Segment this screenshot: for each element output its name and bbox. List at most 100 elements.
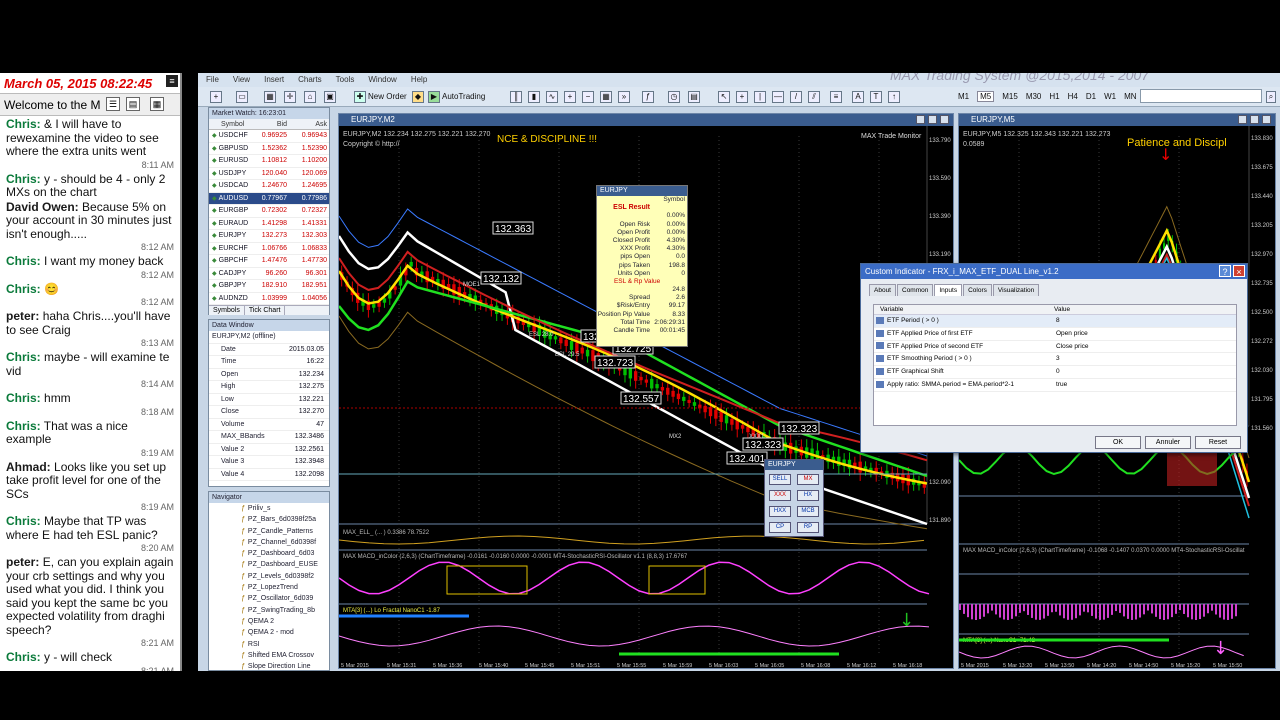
arrows-icon[interactable]: ↑ [888, 90, 902, 104]
input-value[interactable]: Open price [1054, 328, 1088, 340]
templates-icon[interactable]: ▤ [688, 90, 702, 104]
menu-item-charts[interactable]: Charts [298, 75, 322, 84]
experts-icon[interactable]: ◆ [412, 90, 426, 104]
mx-button[interactable]: MX [797, 474, 819, 485]
input-row[interactable]: Apply ratio: SMMA.period = EMA.period*2-… [874, 379, 1236, 392]
timeframe-h4[interactable]: H4 [1068, 92, 1078, 101]
autoscroll-icon[interactable]: » [618, 90, 632, 104]
market-watch-row[interactable]: USDCAD 1.24670 1.24695 [209, 180, 329, 193]
tile-icon[interactable]: ▦ [600, 90, 614, 104]
menu-icon[interactable]: ≡ [166, 75, 178, 87]
periods-icon[interactable]: ◷ [668, 90, 682, 104]
zoom-out-icon[interactable]: − [582, 90, 596, 104]
market-watch-row[interactable]: EURAUD 1.41298 1.41331 [209, 218, 329, 230]
input-value[interactable]: Close price [1054, 341, 1089, 353]
menu-item-help[interactable]: Help [411, 75, 427, 84]
cancel-button[interactable]: Annuler [1145, 436, 1191, 449]
tab-inputs[interactable]: Inputs [934, 284, 963, 296]
minimize-icon[interactable] [1238, 115, 1247, 124]
market-watch-row[interactable]: AUDUSD 0.77967 0.77986 [209, 192, 329, 205]
market-watch-row[interactable]: USDJPY 120.040 120.069 [209, 168, 329, 180]
tab-tick-chart[interactable]: Tick Chart [245, 306, 286, 315]
navigator-item[interactable]: PZ_Levels_6d0398f2 [209, 571, 329, 582]
navigator-icon[interactable]: ⌂ [304, 90, 318, 104]
navigator-item[interactable]: QEMA 2 - mod [209, 627, 329, 638]
crosshair-icon[interactable]: ✛ [284, 90, 298, 104]
format-icon[interactable]: ▤ [126, 97, 140, 111]
market-watch-row[interactable]: GBPUSD 1.52362 1.52390 [209, 143, 329, 155]
hxx-button[interactable]: HXX [769, 506, 791, 517]
menu-item-window[interactable]: Window [368, 75, 396, 84]
new-chart-icon[interactable]: + [210, 90, 224, 104]
timeframe-h1[interactable]: H1 [1049, 92, 1059, 101]
search-input[interactable] [1140, 89, 1262, 103]
input-row[interactable]: ETF Period ( > 0 ) 8 [874, 315, 1236, 328]
navigator-item[interactable]: PZ_Bars_6d0398f25a [209, 514, 329, 525]
navigator-item[interactable]: QEMA 2 [209, 616, 329, 627]
timeframe-m15[interactable]: M15 [1002, 92, 1018, 101]
help-icon[interactable]: ? [1219, 265, 1231, 277]
horizontal-line-icon[interactable]: — [772, 90, 786, 104]
market-watch-row[interactable]: USDCHF 0.96925 0.96943 [209, 130, 329, 143]
timeframe-d1[interactable]: D1 [1086, 92, 1096, 101]
navigator-item[interactable]: PZ_Dashboard_6d03 [209, 548, 329, 559]
tab-common[interactable]: Common [897, 284, 934, 296]
input-value[interactable]: 8 [1054, 315, 1060, 327]
profiles-icon[interactable]: ▭ [236, 90, 250, 104]
close-icon[interactable] [1262, 115, 1271, 124]
tab-visualization[interactable]: Visualization [992, 284, 1040, 296]
close-icon[interactable] [940, 115, 949, 124]
timeframe-m30[interactable]: M30 [1026, 92, 1042, 101]
timeframe-m1[interactable]: M1 [958, 92, 969, 101]
trendline-icon[interactable]: / [790, 90, 804, 104]
market-watch-row[interactable]: GBPCHF 1.47476 1.47730 [209, 255, 329, 268]
tab-colors[interactable]: Colors [963, 284, 992, 296]
market-watch-row[interactable]: CADJPY 96.260 96.301 [209, 268, 329, 280]
market-watch-row[interactable]: EURGBP 0.72302 0.72327 [209, 205, 329, 218]
autotrading-button[interactable]: ▶ AutoTrading [428, 90, 485, 104]
navigator-item[interactable]: Slope Direction Line [209, 661, 329, 670]
input-value[interactable]: 3 [1054, 353, 1060, 365]
channel-icon[interactable]: ⫽ [808, 90, 822, 104]
market-watch-row[interactable]: EURUSD 1.10812 1.10200 [209, 155, 329, 168]
text-icon[interactable]: A [852, 90, 866, 104]
menu-item-file[interactable]: File [206, 75, 219, 84]
search-icon[interactable]: ⌕ [1266, 90, 1278, 104]
market-watch-row[interactable]: EURCHF 1.06766 1.06833 [209, 243, 329, 255]
zoom-in-icon[interactable]: + [564, 90, 578, 104]
mcb-button[interactable]: MCB [797, 506, 819, 517]
market-watch-row[interactable]: AUDNZD 1.03999 1.04056 [209, 293, 329, 305]
timeframe-w1[interactable]: W1 [1104, 92, 1116, 101]
market-watch-row[interactable]: EURJPY 132.273 132.303 [209, 230, 329, 243]
label-icon[interactable]: T [870, 90, 884, 104]
vertical-line-icon[interactable]: | [754, 90, 768, 104]
maximize-icon[interactable] [928, 115, 937, 124]
hx-button[interactable]: HX [797, 490, 819, 501]
input-row[interactable]: ETF Applied Price of first ETF Open price [874, 328, 1236, 341]
new-order-button[interactable]: ✚ New Order [354, 90, 407, 104]
timeframe-mn[interactable]: MN [1124, 92, 1136, 101]
layout-icon[interactable]: ▦ [150, 97, 164, 111]
menu-item-view[interactable]: View [233, 75, 250, 84]
tab-symbols[interactable]: Symbols [209, 306, 245, 315]
bar-chart-icon[interactable]: ║ [510, 90, 524, 104]
rp-button[interactable]: RP [797, 522, 819, 533]
input-row[interactable]: ETF Smoothing Period ( > 0 ) 3 [874, 353, 1236, 367]
line-chart-icon[interactable]: ∿ [546, 90, 560, 104]
navigator-item[interactable]: PZ_LopezTrend [209, 582, 329, 593]
crosshair-tool-icon[interactable]: + [736, 90, 750, 104]
navigator-item[interactable]: RSI [209, 639, 329, 650]
indicators-icon[interactable]: ƒ [642, 90, 656, 104]
market-watch-row[interactable]: GBPJPY 182.910 182.951 [209, 280, 329, 293]
navigator-item[interactable]: PZ_Candle_Patterns [209, 526, 329, 537]
list-icon[interactable]: ☰ [106, 97, 120, 111]
input-row[interactable]: ETF Applied Price of second ETF Close pri… [874, 341, 1236, 354]
candle-chart-icon[interactable]: ▮ [528, 90, 542, 104]
navigator-item[interactable]: PZ_Oscillator_6d039 [209, 593, 329, 604]
input-value[interactable]: true [1054, 379, 1067, 391]
ok-button[interactable]: OK [1095, 436, 1141, 449]
cursor-icon[interactable]: ↖ [718, 90, 732, 104]
sell-button[interactable]: SELL [769, 474, 791, 485]
navigator-item[interactable]: PZ_Channel_6d0398f [209, 537, 329, 548]
navigator-item[interactable]: Priliv_s [209, 503, 329, 514]
